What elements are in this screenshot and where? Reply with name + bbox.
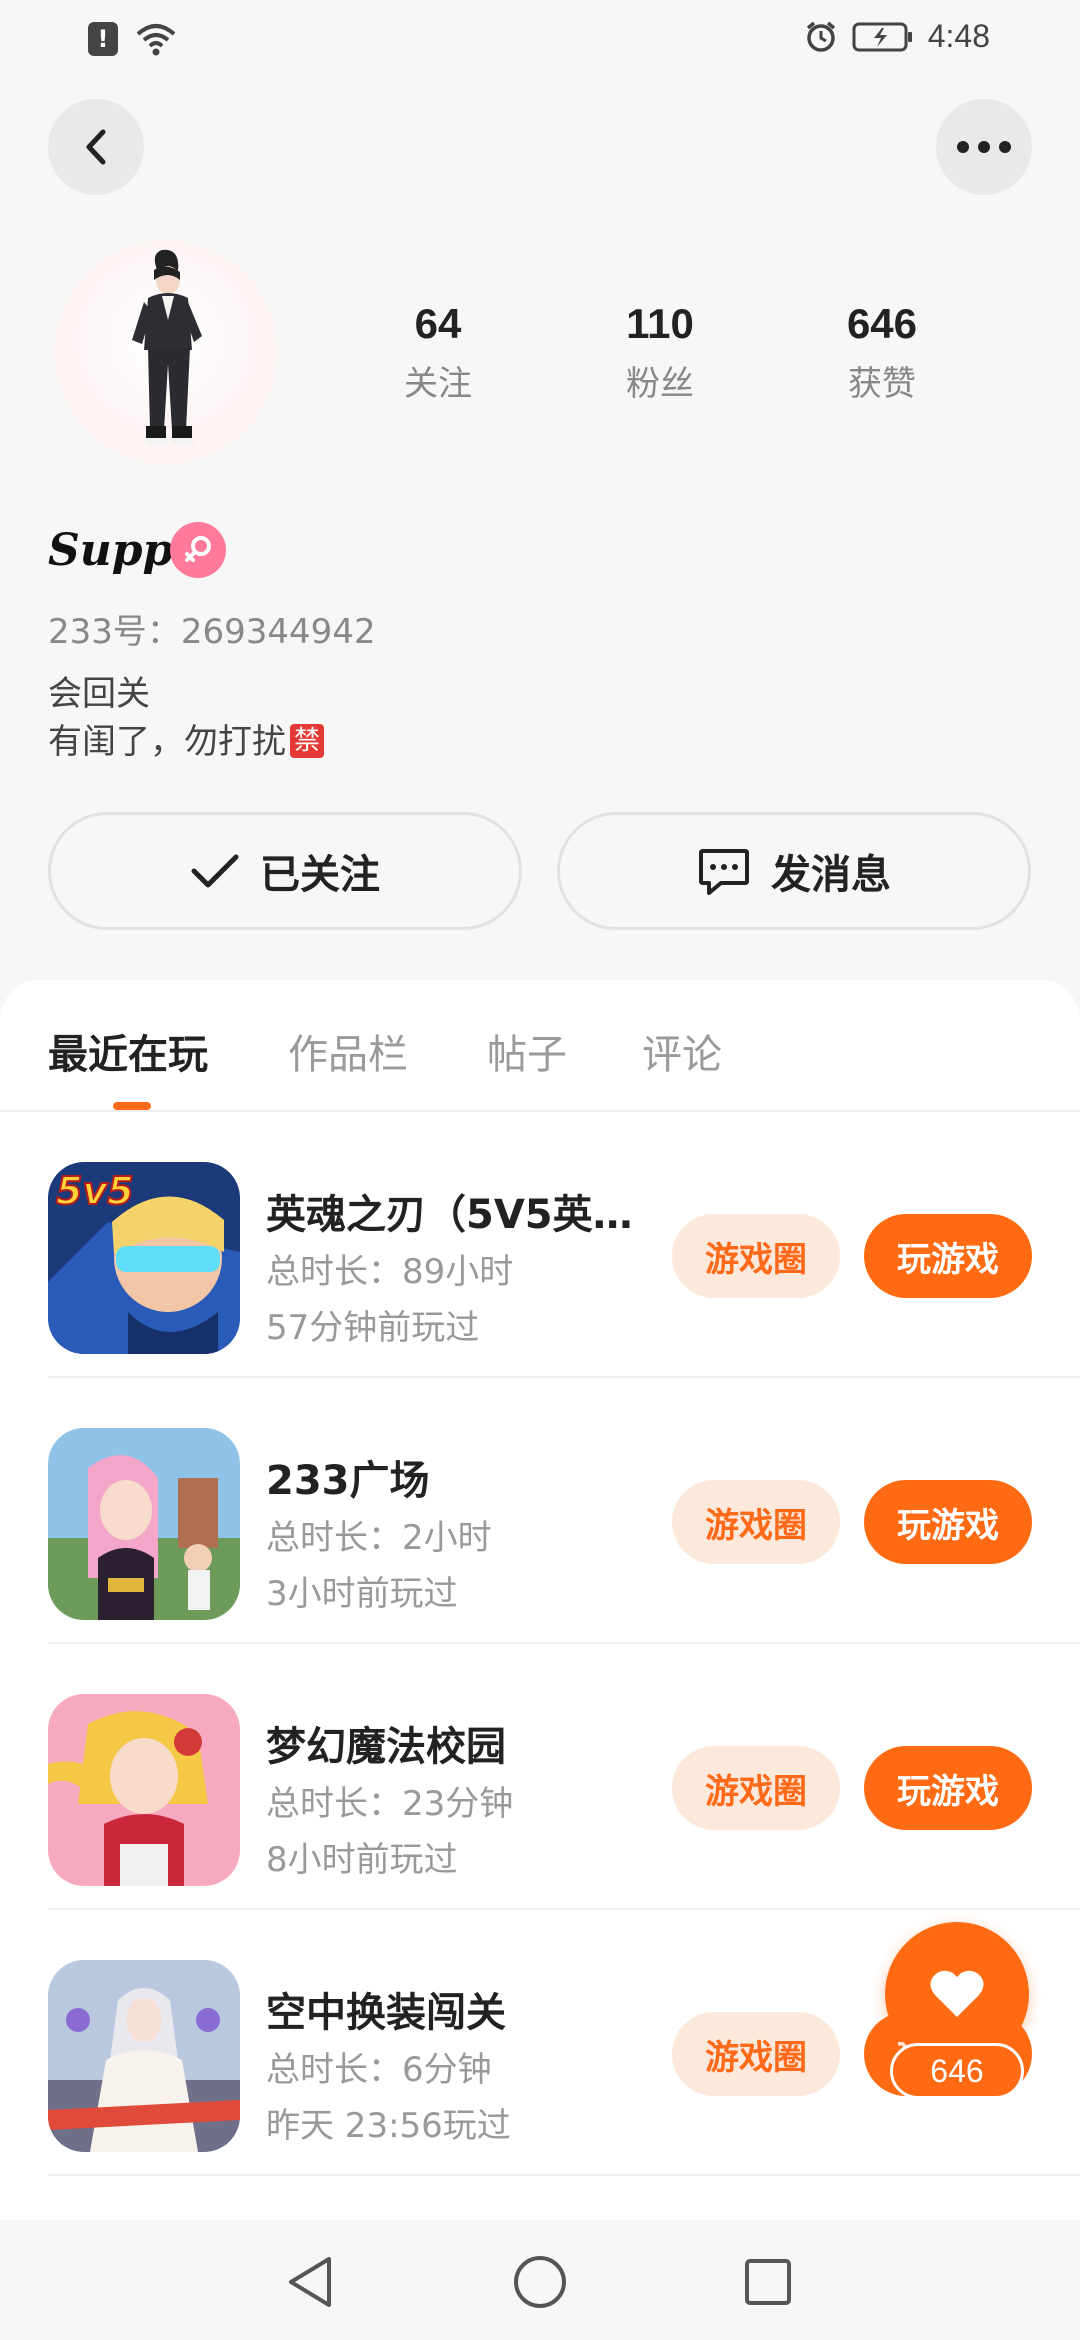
following-count: 64 bbox=[414, 300, 462, 347]
alarm-icon bbox=[806, 21, 835, 52]
followers-stat[interactable]: 110 粉丝 bbox=[580, 300, 740, 405]
game-duration: 总时长：89小时 bbox=[266, 1252, 514, 1292]
back-button[interactable] bbox=[48, 99, 144, 195]
status-bar: ! 4:48 bbox=[0, 0, 1080, 80]
tab-bar: 最近在玩 作品栏 帖子 评论 bbox=[0, 980, 1080, 1112]
game-row[interactable]: 233广场 总时长：2小时 3小时前玩过 游戏圈 玩游戏 bbox=[48, 1378, 1080, 1644]
send-message-button[interactable]: 发消息 bbox=[557, 812, 1031, 930]
tab-recently-played[interactable]: 最近在玩 bbox=[48, 1022, 208, 1080]
avatar-character-image bbox=[132, 249, 202, 444]
username: Supp bbox=[48, 525, 174, 576]
bio-line-2-wrap: 有闺了，勿打扰禁 bbox=[48, 718, 325, 766]
game-icon bbox=[48, 1960, 240, 2152]
nav-back-button[interactable] bbox=[270, 2242, 350, 2322]
game-row[interactable]: 5v5 英魂之刃（5V5英… 总时长：89小时 57分钟前玩过 游戏圈 玩游戏 bbox=[48, 1112, 1080, 1378]
wifi-icon bbox=[136, 24, 176, 56]
game-title: 梦幻魔法校园 bbox=[266, 1724, 506, 1770]
game-icon: 5v5 bbox=[48, 1162, 240, 1354]
check-icon bbox=[191, 854, 239, 888]
game-title: 233广场 bbox=[266, 1458, 430, 1504]
game-circle-button[interactable]: 游戏圈 bbox=[672, 1746, 840, 1830]
battery-icon bbox=[852, 22, 912, 51]
nav-recents-button[interactable] bbox=[728, 2242, 808, 2322]
triangle-back-icon bbox=[289, 2257, 331, 2307]
more-button[interactable] bbox=[936, 99, 1032, 195]
status-right: 4:48 bbox=[804, 18, 990, 55]
game-circle-button[interactable]: 游戏圈 bbox=[672, 2012, 840, 2096]
game-title: 英魂之刃（5V5英… bbox=[266, 1192, 633, 1238]
game-duration: 总时长：23分钟 bbox=[266, 1784, 514, 1824]
game-last-played: 昨天 23:56玩过 bbox=[266, 2106, 511, 2146]
female-icon bbox=[185, 536, 211, 562]
gender-badge bbox=[170, 522, 226, 578]
game-circle-button[interactable]: 游戏圈 bbox=[672, 1480, 840, 1564]
avatar[interactable] bbox=[54, 240, 278, 464]
play-game-button[interactable]: 玩游戏 bbox=[864, 1480, 1032, 1564]
game-duration: 总时长：6分钟 bbox=[266, 2050, 492, 2090]
nav-home-button[interactable] bbox=[500, 2242, 580, 2322]
user-id: 233号：269344942 bbox=[48, 612, 376, 652]
followed-button[interactable]: 已关注 bbox=[48, 812, 522, 930]
bio: 会回关 有闺了，勿打扰禁 bbox=[48, 670, 325, 766]
chat-bubble-icon bbox=[699, 849, 749, 895]
chevron-left-icon bbox=[86, 129, 106, 165]
game-last-played: 8小时前玩过 bbox=[266, 1840, 458, 1880]
send-message-label: 发消息 bbox=[771, 852, 891, 898]
alert-icon: ! bbox=[88, 22, 118, 56]
game-last-played: 3小时前玩过 bbox=[266, 1574, 458, 1614]
tab-works[interactable]: 作品栏 bbox=[288, 1022, 408, 1080]
square-recents-icon bbox=[745, 2259, 791, 2305]
following-stat[interactable]: 64 关注 bbox=[358, 300, 518, 405]
following-label: 关注 bbox=[404, 364, 472, 404]
likes-stat[interactable]: 646 获赞 bbox=[802, 300, 962, 405]
bio-line-2: 有闺了，勿打扰 bbox=[48, 722, 286, 762]
status-left: ! bbox=[88, 22, 176, 56]
game-last-played: 57分钟前玩过 bbox=[266, 1308, 480, 1348]
heart-icon bbox=[930, 1970, 984, 2017]
game-duration: 总时长：2小时 bbox=[266, 1518, 492, 1558]
like-count: 646 bbox=[890, 2043, 1024, 2099]
ban-emoji: 禁 bbox=[290, 724, 325, 758]
tab-posts[interactable]: 帖子 bbox=[487, 1022, 567, 1080]
likes-count: 646 bbox=[846, 300, 918, 347]
followers-label: 粉丝 bbox=[626, 364, 694, 404]
game-icon bbox=[48, 1694, 240, 1886]
circle-home-icon bbox=[514, 2256, 566, 2308]
profile-screen: ! 4:48 64 关注 110 粉丝 646 获赞 Supp 233号：269… bbox=[0, 0, 1080, 2340]
more-horizontal-icon bbox=[957, 141, 1011, 153]
play-game-button[interactable]: 玩游戏 bbox=[864, 1214, 1032, 1298]
followers-count: 110 bbox=[626, 300, 694, 347]
game-circle-button[interactable]: 游戏圈 bbox=[672, 1214, 840, 1298]
likes-label: 获赞 bbox=[848, 364, 916, 404]
game-icon bbox=[48, 1428, 240, 1620]
game-row[interactable]: 梦幻魔法校园 总时长：23分钟 8小时前玩过 游戏圈 玩游戏 bbox=[48, 1644, 1080, 1910]
play-game-button[interactable]: 玩游戏 bbox=[864, 1746, 1032, 1830]
bio-line-1: 会回关 bbox=[48, 674, 150, 714]
game-title: 空中换装闯关 bbox=[266, 1990, 506, 2036]
game1-badge: 5v5 bbox=[56, 1169, 134, 1213]
clock-time: 4:48 bbox=[927, 18, 990, 54]
followed-label: 已关注 bbox=[260, 852, 380, 898]
tab-comments[interactable]: 评论 bbox=[642, 1022, 722, 1080]
tab-indicator bbox=[113, 1102, 151, 1110]
system-nav-bar bbox=[0, 2220, 1080, 2340]
